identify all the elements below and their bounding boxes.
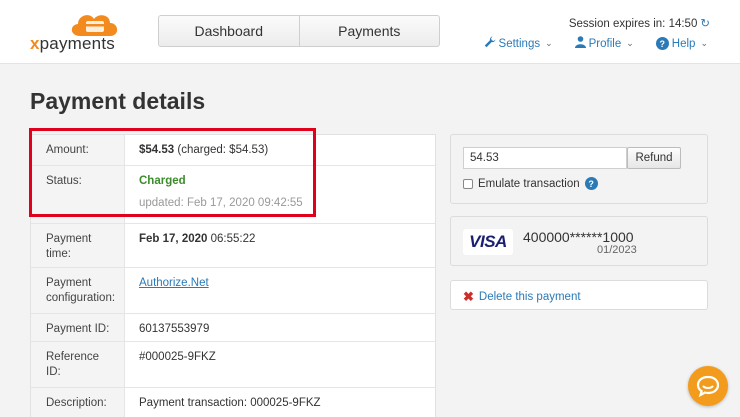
card-panel: VISA 400000******1000 01/2023 — [450, 216, 708, 266]
row-description: Description: Payment transaction: 000025… — [31, 387, 435, 417]
help-menu[interactable]: ? Help ⌄ — [655, 36, 708, 51]
reference-id-label: Reference ID: — [31, 342, 125, 387]
question-circle-icon[interactable]: ? — [584, 177, 598, 190]
session-timer: Session expires in: 14:50 ↻ — [569, 16, 710, 30]
chat-bubble-icon — [696, 375, 720, 397]
row-status: Status: Charged updated: Feb 17, 2020 09… — [31, 165, 435, 223]
status-label: Status: — [31, 166, 125, 223]
payment-time-value: Feb 17, 2020 06:55:22 — [125, 224, 435, 267]
payment-id-value: 60137553979 — [139, 323, 210, 335]
profile-label: Profile — [588, 37, 622, 50]
amount-label: Amount: — [31, 135, 125, 165]
amount-value: $54.53 (charged: $54.53) — [125, 135, 435, 165]
logo-text: xpayments — [30, 34, 115, 53]
chevron-down-icon: ⌄ — [700, 38, 708, 48]
row-payment-id: Payment ID: 60137553979 — [31, 313, 435, 341]
payment-time-label: Payment time: — [31, 224, 125, 267]
wrench-icon — [484, 36, 496, 51]
payment-config-label: Payment configuration: — [31, 268, 125, 313]
settings-menu[interactable]: Settings ⌄ — [484, 36, 553, 51]
status-value: Charged updated: Feb 17, 2020 09:42:55 — [125, 166, 435, 223]
payment-details-table: Amount: $54.53 (charged: $54.53) Status:… — [30, 134, 436, 417]
refund-button[interactable]: Refund — [627, 147, 681, 169]
emulate-checkbox[interactable] — [463, 178, 473, 189]
status-updated: updated: Feb 17, 2020 09:42:55 — [139, 197, 303, 209]
payment-id-label: Payment ID: — [31, 314, 125, 341]
profile-menu[interactable]: Profile ⌄ — [574, 36, 634, 51]
payment-date: Feb 17, 2020 — [139, 233, 208, 245]
payment-config-value: Authorize.Net — [125, 268, 435, 313]
close-icon: ✖ — [463, 289, 474, 304]
top-header: xpayments Dashboard Payments Session exp… — [0, 0, 740, 64]
payment-config-link[interactable]: Authorize.Net — [139, 277, 209, 289]
amount-main: $54.53 — [139, 144, 175, 156]
payment-clock: 06:55:22 — [210, 233, 256, 245]
delete-payment-link[interactable]: ✖ Delete this payment — [463, 289, 581, 305]
chevron-down-icon: ⌄ — [545, 38, 553, 48]
emulate-transaction[interactable]: Emulate transaction ? — [463, 177, 598, 190]
reference-id-value: #000025-9FKZ — [139, 351, 216, 363]
refresh-icon[interactable]: ↻ — [700, 18, 710, 30]
row-payment-config: Payment configuration: Authorize.Net — [31, 267, 435, 313]
xpayments-logo[interactable]: xpayments — [30, 10, 130, 54]
settings-label: Settings — [498, 37, 541, 50]
amount-charged: (charged: $54.53) — [177, 144, 269, 156]
chevron-down-icon: ⌄ — [626, 38, 634, 48]
delete-panel: ✖ Delete this payment — [450, 280, 708, 310]
status-badge: Charged — [139, 175, 186, 187]
row-payment-time: Payment time: Feb 17, 2020 06:55:22 — [31, 223, 435, 267]
question-circle-icon: ? — [655, 37, 669, 50]
row-amount: Amount: $54.53 (charged: $54.53) — [31, 135, 435, 165]
top-menu: Settings ⌄ Profile ⌄ ? Help ⌄ — [484, 36, 708, 51]
delete-label: Delete this payment — [478, 291, 581, 303]
main-nav: Dashboard Payments — [158, 15, 440, 47]
tab-payments[interactable]: Payments — [298, 16, 440, 46]
description-label: Description: — [31, 388, 125, 417]
session-text: Session expires in: 14:50 — [568, 18, 698, 30]
page-title: Payment details — [30, 88, 206, 114]
card-expiry: 01/2023 — [597, 244, 637, 256]
help-label: Help — [671, 37, 696, 50]
card-number: 400000******1000 — [523, 229, 634, 245]
emulate-label: Emulate transaction — [478, 177, 580, 190]
row-reference-id: Reference ID: #000025-9FKZ — [31, 341, 435, 387]
refund-amount-input[interactable] — [463, 147, 627, 169]
description-value: Payment transaction: 000025-9FKZ — [139, 397, 321, 409]
visa-logo-icon: VISA — [463, 229, 513, 255]
user-icon — [574, 36, 586, 51]
refund-panel: Refund Emulate transaction ? — [450, 134, 708, 204]
tab-dashboard[interactable]: Dashboard — [159, 16, 299, 46]
chat-button[interactable] — [688, 366, 728, 406]
